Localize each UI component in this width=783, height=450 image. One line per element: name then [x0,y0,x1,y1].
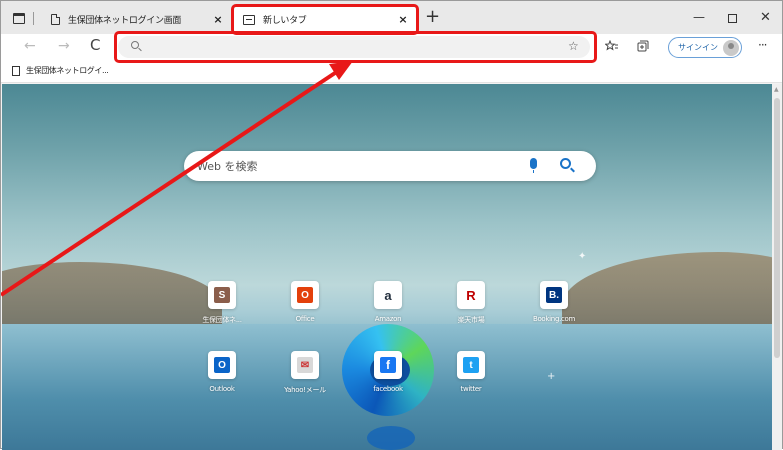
browser-window: 生保団体ネットログイン画面 × 新しいタブ × + — ✕ ← → C ☆ サイ… [0,0,783,450]
annotation-arrow [1,61,353,297]
